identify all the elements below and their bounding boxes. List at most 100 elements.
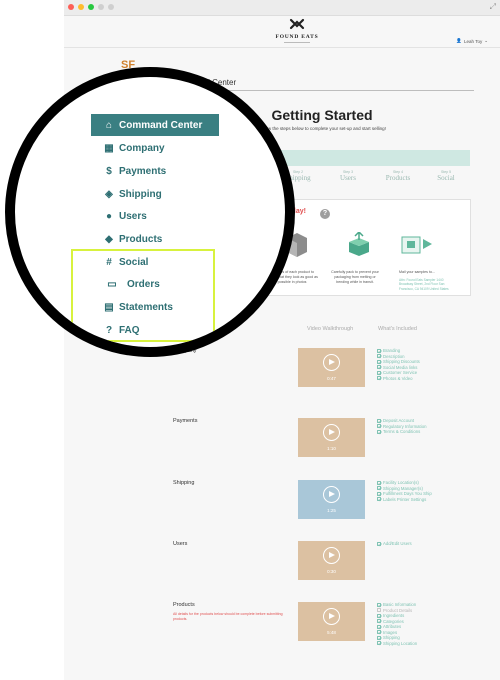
logo-underline [284, 42, 310, 43]
video-duration: 1:10 [327, 446, 336, 451]
checkbox-icon [377, 370, 381, 375]
checkbox-icon [377, 641, 381, 646]
video-duration: 1:25 [327, 508, 336, 513]
included-item-label: Photos & Video [383, 375, 413, 381]
checkbox-icon [377, 365, 381, 370]
included-item: Social Media links [377, 365, 420, 371]
step-products[interactable]: Step 4 Products [383, 170, 413, 182]
checkbox-icon [377, 480, 381, 485]
included-item: Basic Information [377, 602, 417, 608]
included-item-label: Description [383, 353, 405, 359]
included-item-label: Regulatory Information [383, 423, 427, 429]
help-icon[interactable]: ? [320, 209, 330, 219]
user-name: Leah Toy [464, 38, 483, 44]
included-item-label: Labels Printer Settings [383, 496, 427, 502]
samples-caption-2: Carefully pack to prevent your packaging… [331, 270, 379, 284]
included-item: Terms & Conditions [377, 429, 426, 435]
user-icon: 👤 [456, 38, 463, 43]
included-item-label: Add/Edit Users [383, 541, 412, 547]
section-label-products: Products [173, 602, 195, 608]
sidebar-item-company[interactable]: ▦ Company [91, 137, 219, 159]
expand-icon[interactable]: ⤢ [490, 2, 496, 12]
window-dot [108, 4, 114, 10]
ship-box-icon [401, 236, 432, 254]
window-dot [98, 4, 104, 10]
step-social[interactable]: Step 5 Social [431, 170, 461, 182]
checkbox-icon [377, 608, 381, 613]
section-label-users: Users [173, 541, 188, 547]
video-company[interactable]: 0:47 [298, 348, 365, 387]
user-menu[interactable]: 👤 Leah Toy ⌄ [456, 38, 488, 44]
checkbox-icon [377, 429, 381, 434]
included-item-label: Shipping [383, 635, 400, 641]
user-icon: ● [105, 210, 113, 222]
box-icon: ◈ [105, 188, 113, 200]
checkbox-icon [377, 630, 381, 635]
included-item: Labels Printer Settings [377, 497, 432, 503]
checkbox-icon [377, 497, 381, 502]
checkbox-icon [377, 418, 381, 423]
included-item-label: Ingredients [383, 613, 405, 619]
samples-caption-3: Mail your samples to... [399, 270, 435, 274]
video-products[interactable]: 5:48 [298, 602, 365, 641]
sidebar-item-label: Shipping [119, 188, 162, 200]
sidebar-item-users[interactable]: ● Users [91, 205, 219, 227]
included-item: Regulatory Information [377, 424, 426, 430]
video-duration: 5:48 [327, 630, 336, 635]
sidebar-item-command-center[interactable]: ⌂ Command Center [91, 114, 219, 136]
video-payments[interactable]: 1:10 [298, 418, 365, 457]
checkbox-icon [377, 424, 381, 429]
included-item-label: Branding [383, 348, 401, 354]
included-item-label: Shipping Location [383, 640, 418, 646]
magnifier-lens: ⌂ Command Center ▦ Company $ Payments ◈ … [5, 67, 295, 357]
sidebar-item-label: Payments [119, 165, 167, 177]
samples-address: Attn: Found Eats Sampler 1440 Broadway S… [399, 278, 449, 291]
included-item-label: Product Details [383, 607, 413, 613]
checkbox-icon [377, 613, 381, 618]
included-item-label: Shipping Manager(s) [383, 485, 423, 491]
sidebar-item-products[interactable]: ◆ Products [91, 228, 219, 250]
found-eats-logo-icon[interactable] [287, 18, 307, 30]
dollar-icon: $ [106, 165, 112, 177]
sidebar-item-label: Company [119, 142, 165, 154]
play-icon [323, 547, 340, 564]
included-item-label: Terms & Conditions [383, 429, 421, 435]
video-users[interactable]: 0:30 [298, 541, 365, 580]
checkbox-icon [377, 359, 381, 364]
section-label-shipping: Shipping [173, 480, 195, 486]
highlight-box [71, 249, 215, 342]
minimize-window-button[interactable] [78, 4, 84, 10]
close-window-button[interactable] [68, 4, 74, 10]
step-label: Social [437, 174, 455, 182]
checkbox-icon [377, 541, 381, 546]
included-item: Customer Service [377, 370, 420, 376]
included-list-users: Add/Edit Users [377, 541, 412, 547]
step-label: Products [385, 174, 411, 182]
sidebar-item-shipping[interactable]: ◈ Shipping [91, 183, 219, 205]
video-shipping[interactable]: 1:25 [298, 480, 365, 519]
play-icon [323, 424, 340, 441]
included-list-company: Branding Description Shipping Discounts … [377, 348, 420, 381]
cube-icon: ◆ [105, 233, 113, 245]
included-item: Fulfillment Days You Ship [377, 491, 432, 497]
included-item-label: Categories [383, 618, 404, 624]
checkbox-icon [377, 619, 381, 624]
play-icon [323, 354, 340, 371]
checkbox-icon [377, 486, 381, 491]
play-icon [323, 486, 340, 503]
top-bar: FOUND EATS 👤 Leah Toy ⌄ [64, 16, 500, 48]
included-item-label: Attributes [383, 624, 402, 630]
included-item: Shipping Discounts [377, 359, 420, 365]
checkbox-icon [377, 624, 381, 629]
sidebar-item-payments[interactable]: $ Payments [91, 160, 219, 182]
included-list-shipping: Facility Location(s) Shipping Manager(s)… [377, 480, 432, 502]
checkbox-icon [377, 348, 381, 353]
step-users[interactable]: Step 3 Users [333, 170, 363, 182]
store-icon: ▦ [104, 142, 114, 154]
zoom-window-button[interactable] [88, 4, 94, 10]
checkbox-icon [377, 491, 381, 496]
included-item-label: Images [383, 629, 398, 635]
included-item: Add/Edit Users [377, 541, 412, 547]
products-note: All details for the products below shoul… [173, 612, 283, 621]
step-label: Users [340, 174, 356, 182]
